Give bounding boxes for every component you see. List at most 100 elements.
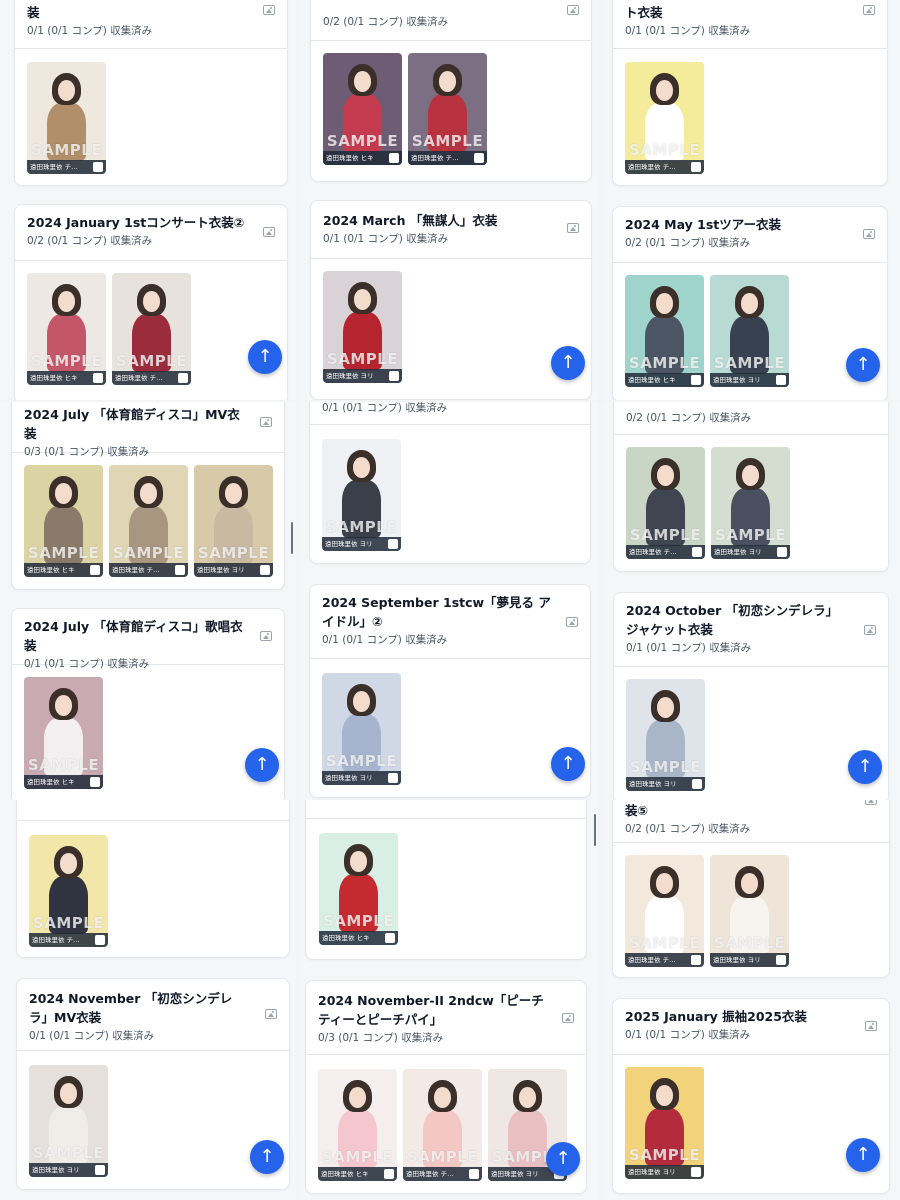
scroll-to-top-button[interactable]: ↑ [846,348,880,382]
photo-card[interactable]: SAMPLE 遠田珠里依 チ… [625,62,704,174]
collect-checkbox[interactable] [95,935,105,945]
collect-checkbox[interactable] [95,1165,105,1175]
photo-card[interactable]: SAMPLE 遠田珠里依 ヒキ [318,1069,397,1181]
photo-card[interactable]: SAMPLE 遠田珠里依 チ… [403,1069,482,1181]
photo-card[interactable]: SAMPLE 遠田珠里依 ヨリ [322,439,401,551]
photo-card[interactable]: SAMPLE 遠田珠里依 ヒキ [24,465,103,577]
collect-checkbox[interactable] [389,371,399,381]
scroll-to-top-button[interactable]: ↑ [546,1142,580,1176]
image-icon[interactable] [567,223,579,233]
collect-checkbox[interactable] [776,375,786,385]
photo-card[interactable]: SAMPLE 遠田珠里依 ヨリ [625,1067,704,1179]
scroll-to-top-button[interactable]: ↑ [551,747,585,781]
photo-card[interactable]: SAMPLE 遠田珠里依 ヨリ [710,275,789,387]
outfit-card[interactable]: ト衣装 0/1 (0/1 コンプ) 収集済み SAMPLE 遠田珠里依 チ… [612,0,888,186]
collect-checkbox[interactable] [691,375,701,385]
outfit-card[interactable]: 2024 July 「体育館ディスコ」MV衣装 0/3 (0/1 コンプ) 収集… [11,402,285,590]
outfit-card[interactable]: 2024 November-II 2ndcw「ピーチティーとピーチパイ」 0/3… [305,980,587,1194]
sample-watermark: SAMPLE [714,526,787,544]
collect-checkbox[interactable] [389,153,399,163]
collect-checkbox[interactable] [691,1167,701,1177]
photo-card[interactable]: SAMPLE 遠田珠里依 チ… [29,835,108,947]
image-icon[interactable] [263,227,275,237]
photo-card[interactable]: SAMPLE 遠田珠里依 ヨリ [194,465,273,577]
collect-checkbox[interactable] [474,153,484,163]
photo-card[interactable]: SAMPLE 遠田珠里依 チ… [109,465,188,577]
collect-checkbox[interactable] [692,547,702,557]
collect-checkbox[interactable] [777,547,787,557]
collection-panel: 装 0/1 (0/1 コンプ) 収集済み SAMPLE 遠田珠里依 チ… 2024… [0,0,296,400]
collect-checkbox[interactable] [692,779,702,789]
scroll-to-top-button[interactable]: ↑ [245,748,279,782]
collect-checkbox[interactable] [90,565,100,575]
sample-watermark: SAMPLE [629,526,702,544]
image-icon[interactable] [263,5,275,15]
image-icon[interactable] [865,1021,877,1031]
outfit-card[interactable]: 0/1 (0/1 コンプ) 収集済み SAMPLE 遠田珠里依 ヨリ [309,402,591,564]
collect-checkbox[interactable] [175,565,185,575]
image-icon[interactable] [864,625,876,635]
outfit-card[interactable]: 2024 November 「初恋シンデレラ」MV衣装 0/1 (0/1 コンプ… [16,978,290,1190]
collect-checkbox[interactable] [385,933,395,943]
photo-card[interactable]: SAMPLE 遠田珠里依 チ… [408,53,487,165]
image-icon[interactable] [863,229,875,239]
collect-checkbox[interactable] [93,162,103,172]
photo-card[interactable]: SAMPLE 遠田珠里依 ヒキ [27,273,106,385]
photo-card[interactable]: SAMPLE 遠田珠里依 ヨリ [29,1065,108,1177]
photo-card[interactable]: SAMPLE 遠田珠里依 ヨリ [710,855,789,967]
photo-card[interactable]: SAMPLE 遠田珠里依 ヒキ [625,275,704,387]
collect-checkbox[interactable] [691,955,701,965]
photo-card[interactable]: SAMPLE 遠田珠里依 ヨリ [323,271,402,383]
collect-checkbox[interactable] [388,773,398,783]
photo-card[interactable]: SAMPLE 遠田珠里依 チ… [626,447,705,559]
collect-checkbox[interactable] [93,373,103,383]
collect-checkbox[interactable] [469,1169,479,1179]
card-title: 2024 July 「体育館ディスコ」歌唱衣装 [24,619,243,653]
outfit-card[interactable]: 2024 March 「無謀人」衣装 0/1 (0/1 コンプ) 収集済み SA… [310,200,592,400]
card-title: 装 [27,5,40,20]
card-title: 2024 July 「体育館ディスコ」MV衣装 [24,407,240,441]
photo-card[interactable]: SAMPLE 遠田珠里依 ヨリ [711,447,790,559]
photo-card[interactable]: SAMPLE 遠田珠里依 ヨリ [322,673,401,785]
collect-checkbox[interactable] [90,777,100,787]
card-progress: 0/2 (0/1 コンプ) 収集済み [323,16,449,28]
photo-card[interactable]: SAMPLE 遠田珠里依 チ… [27,62,106,174]
photo-card[interactable]: SAMPLE 遠田珠里依 チ… [112,273,191,385]
scroll-to-top-button[interactable]: ↑ [848,750,882,784]
outfit-card[interactable]: 装 0/1 (0/1 コンプ) 収集済み SAMPLE 遠田珠里依 チ… [14,0,288,186]
scroll-to-top-button[interactable]: ↑ [248,340,282,374]
collect-checkbox[interactable] [691,162,701,172]
scroll-to-top-button[interactable]: ↑ [551,346,585,380]
outfit-card[interactable]: 2024 July 「体育館ディスコ」歌唱衣装 0/1 (0/1 コンプ) 収集… [11,608,285,802]
image-icon[interactable] [865,800,877,805]
outfit-card[interactable]: 2024 September 1stcw「夢見る アイドル」② 0/1 (0/1… [309,584,591,798]
image-icon[interactable] [562,1013,574,1023]
scrollbar[interactable] [291,522,293,554]
collect-checkbox[interactable] [384,1169,394,1179]
outfit-card[interactable]: 装⑤ 0/2 (0/1 コンプ) 収集済み SAMPLE 遠田珠里依 チ… SAM… [612,800,890,978]
image-icon[interactable] [863,5,875,15]
image-icon[interactable] [265,1009,277,1019]
image-icon[interactable] [260,631,272,641]
collect-checkbox[interactable] [260,565,270,575]
image-icon[interactable] [567,5,579,15]
scroll-to-top-button[interactable]: ↑ [846,1138,880,1172]
collect-checkbox[interactable] [776,955,786,965]
photo-card[interactable]: SAMPLE 遠田珠里依 ヒキ [319,833,398,945]
outfit-card[interactable]: 0/2 (0/1 コンプ) 収集済み SAMPLE 遠田珠里依 チ… SAMPLE… [613,402,889,572]
photo-card[interactable]: SAMPLE 遠田珠里依 ヨリ [626,679,705,791]
photo-card[interactable]: SAMPLE 遠田珠里依 ヒキ [323,53,402,165]
outfit-card[interactable]: 0/2 (0/1 コンプ) 収集済み SAMPLE 遠田珠里依 ヒキ SAMPLE… [310,0,592,182]
outfit-card[interactable]: SAMPLE 遠田珠里依 チ… [16,800,290,958]
scroll-to-top-button[interactable]: ↑ [250,1140,284,1174]
sample-watermark: SAMPLE [30,352,103,370]
photo-card[interactable]: SAMPLE 遠田珠里依 チ… [625,855,704,967]
outfit-card[interactable]: 2024 January 1stコンサート衣装② 0/2 (0/1 コンプ) 収… [14,204,288,400]
collect-checkbox[interactable] [388,539,398,549]
scrollbar[interactable] [594,814,596,846]
collect-checkbox[interactable] [178,373,188,383]
photo-card[interactable]: SAMPLE 遠田珠里依 ヒキ [24,677,103,789]
image-icon[interactable] [566,617,578,627]
outfit-card[interactable]: SAMPLE 遠田珠里依 ヒキ [305,800,587,960]
image-icon[interactable] [260,417,272,427]
